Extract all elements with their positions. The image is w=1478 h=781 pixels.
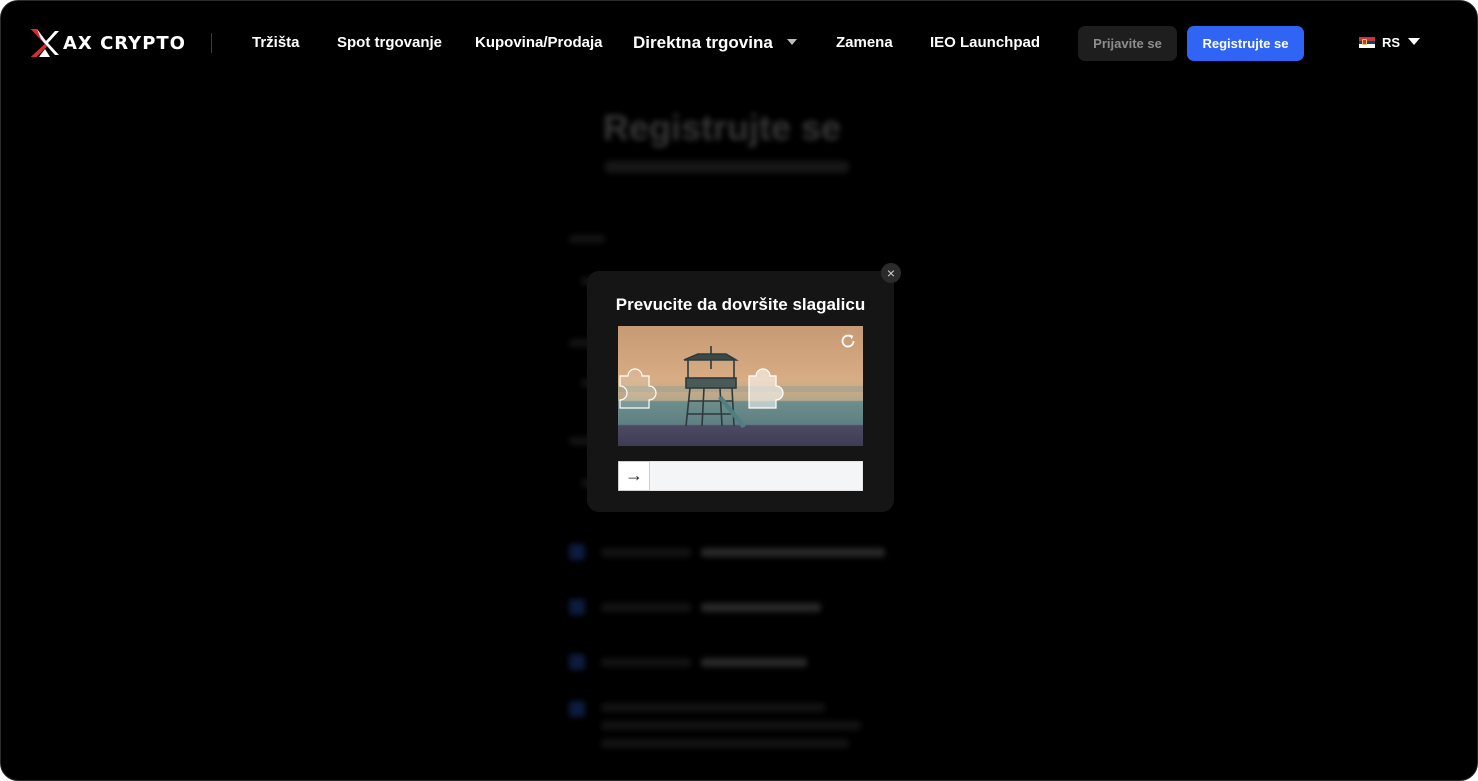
puzzle-image xyxy=(618,326,863,446)
register-button[interactable]: Registrujte se xyxy=(1187,26,1304,61)
checkbox-label xyxy=(601,603,691,612)
logo[interactable]: AX CRYPTO xyxy=(29,27,186,59)
browser-frame: Registrujte se AX CRYPTO Tržišta Spot tr… xyxy=(0,0,1478,781)
checkbox-label xyxy=(601,703,825,712)
captcha-slider-track[interactable]: → xyxy=(618,461,863,491)
form-label xyxy=(569,235,605,243)
nav-direct-trading-label: Direktna trgovina xyxy=(633,33,773,52)
header-divider xyxy=(211,33,212,53)
nav-exchange[interactable]: Zamena xyxy=(836,34,893,51)
checkbox-label xyxy=(601,658,691,667)
nav-ieo-launchpad[interactable]: IEO Launchpad xyxy=(930,34,1040,51)
nav-markets[interactable]: Tržišta xyxy=(252,34,300,51)
language-selector[interactable]: RS xyxy=(1359,35,1421,50)
checkbox xyxy=(569,654,585,670)
language-code: RS xyxy=(1382,35,1401,50)
checkbox-label xyxy=(601,548,691,557)
checkbox xyxy=(569,701,585,717)
login-button[interactable]: Prijavite se xyxy=(1078,26,1177,61)
checkbox xyxy=(569,599,585,615)
nav-direct-trading[interactable]: Direktna trgovina xyxy=(633,33,797,53)
registration-subtitle xyxy=(605,161,849,173)
slider-handle-arrow-icon[interactable]: → xyxy=(618,461,650,491)
checkbox-link xyxy=(701,548,885,557)
captcha-modal: Prevucite da dovršite slagalicu → xyxy=(587,271,894,512)
captcha-title: Prevucite da dovršite slagalicu xyxy=(615,295,866,314)
registration-title: Registrujte se xyxy=(603,107,842,148)
serbia-flag-icon xyxy=(1359,37,1375,49)
close-icon[interactable]: × xyxy=(881,263,901,283)
ax-logo-icon xyxy=(31,29,59,57)
nav-buy-sell[interactable]: Kupovina/Prodaja xyxy=(475,34,603,51)
checkbox-link xyxy=(701,658,807,667)
beach-lifeguard-tower-image xyxy=(618,326,863,446)
checkbox xyxy=(569,544,585,560)
nav-spot-trading[interactable]: Spot trgovanje xyxy=(337,34,442,51)
top-navigation: AX CRYPTO Tržišta Spot trgovanje Kupovin… xyxy=(1,1,1477,87)
checkbox-label xyxy=(601,721,861,730)
logo-text: AX CRYPTO xyxy=(63,32,186,54)
refresh-icon[interactable] xyxy=(839,332,857,350)
chevron-down-icon xyxy=(1408,38,1421,45)
chevron-down-icon xyxy=(786,38,797,45)
checkbox-label xyxy=(601,739,849,748)
checkbox-link xyxy=(701,603,821,612)
